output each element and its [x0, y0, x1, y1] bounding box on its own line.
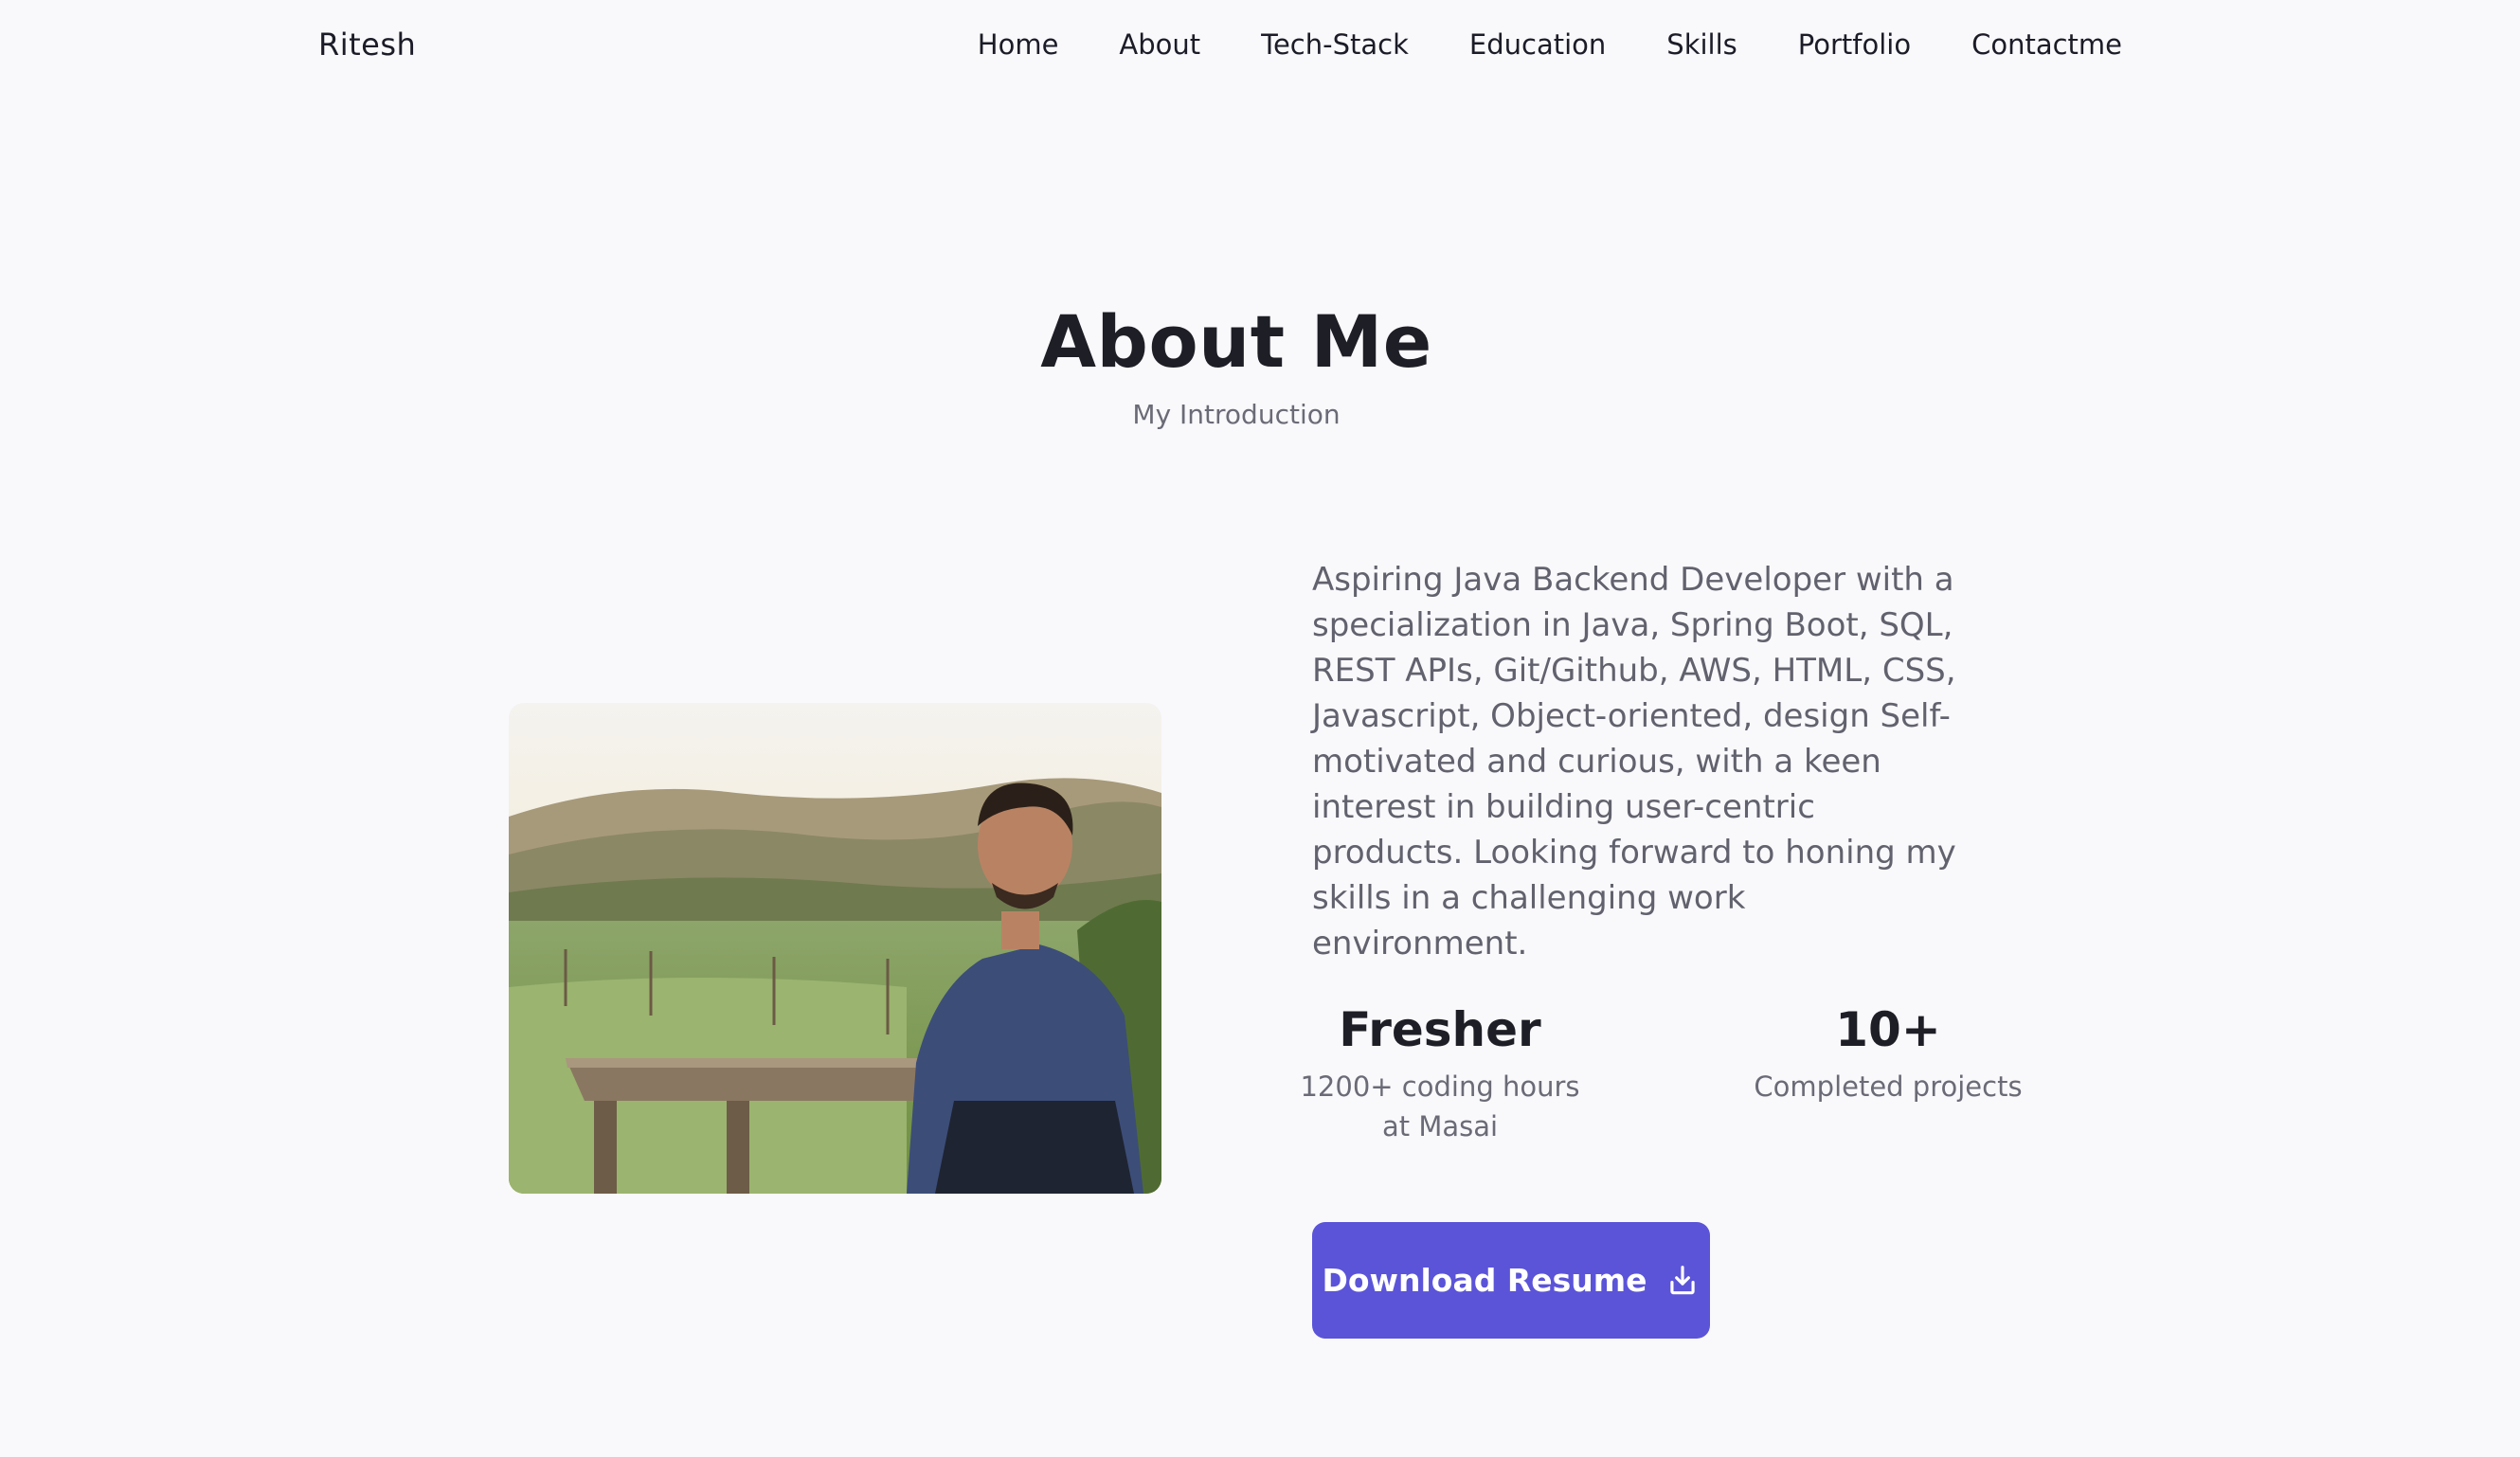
section-title: About Me [1040, 299, 1432, 384]
stat-label: 1200+ coding hours at Masai [1300, 1070, 1580, 1142]
navbar: Ritesh Home About Tech-Stack Education S… [0, 0, 2520, 91]
nav-link-contactme[interactable]: Contactme [1971, 28, 2122, 61]
download-resume-label: Download Resume [1322, 1262, 1647, 1299]
nav-links: Home About Tech-Stack Education Skills P… [978, 28, 2122, 61]
stat-value: 10+ [1835, 1002, 1941, 1057]
nav-link-portfolio[interactable]: Portfolio [1798, 28, 1911, 61]
download-resume-button[interactable]: Download Resume [1312, 1222, 1710, 1339]
nav-link-education[interactable]: Education [1469, 28, 1606, 61]
download-icon [1665, 1263, 1701, 1299]
about-description: Aspiring Java Backend Developer with a s… [1312, 561, 1956, 962]
profile-photo [509, 703, 1161, 1194]
nav-link-skills[interactable]: Skills [1666, 28, 1737, 61]
nav-link-tech-stack[interactable]: Tech-Stack [1261, 28, 1409, 61]
stat-value: Fresher [1339, 1002, 1541, 1057]
nav-link-about[interactable]: About [1119, 28, 1200, 61]
stat-label: Completed projects [1754, 1070, 2023, 1103]
stat-experience: Fresher 1200+ coding hours at Masai [1298, 998, 1582, 1146]
stat-projects: 10+ Completed projects [1746, 998, 2030, 1106]
section-subtitle: My Introduction [1132, 399, 1341, 430]
brand-logo[interactable]: Ritesh [318, 27, 416, 63]
nav-link-home[interactable]: Home [978, 28, 1059, 61]
